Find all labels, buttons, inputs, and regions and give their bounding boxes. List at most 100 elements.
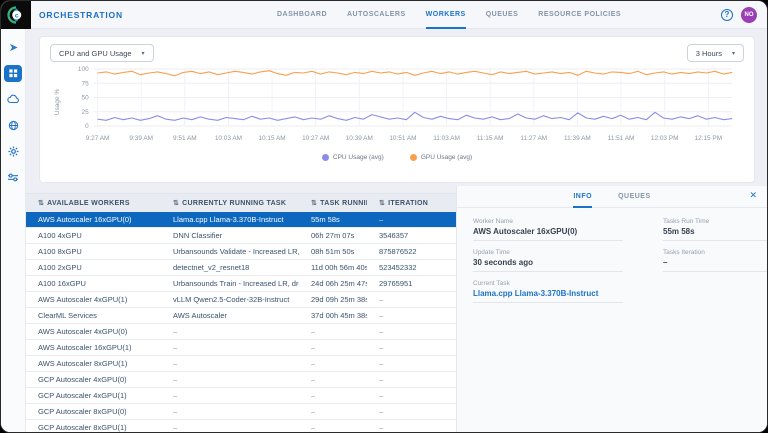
legend-item[interactable]: GPU Usage (avg) [410,154,472,161]
worker-cell: A100 16xGPU [26,279,161,288]
globe-icon [8,120,19,131]
sidebar-item-workers-and-queues[interactable] [4,65,22,82]
table-row[interactable]: ClearML ServicesAWS Autoscaler37d 00h 45… [26,308,456,324]
iteration-cell: – [367,359,456,368]
time-cell: 37d 00h 45m 38s [299,311,367,320]
task-cell: DNN Classifier [161,231,299,240]
task-cell: Urbansounds Train - Increased LR, dropou… [161,279,299,288]
svg-text:11:39 AM: 11:39 AM [564,135,591,142]
worker-cell: A100 8xGPU [26,247,161,256]
time-range-dropdown[interactable]: 3 Hours ▾ [687,44,744,62]
time-cell: 29d 09h 25m 38s [299,295,367,304]
task-cell: AWS Autoscaler [161,311,299,320]
column-header-currently-running-task[interactable]: ⇅ CURRENTLY RUNNING TASK [161,199,299,207]
worker-cell: AWS Autoscaler 8xGPU(1) [26,359,161,368]
worker-cell: A100 2xGPU [26,263,161,272]
table-row[interactable]: AWS Autoscaler 16xGPU(1)––– [26,340,456,356]
worker-cell: GCP Autoscaler 4xGPU(0) [26,375,161,384]
table-header-row: ⇅ AVAILABLE WORKERS ⇅ CURRENTLY RUNNING … [26,194,456,212]
sidebar-item-projects[interactable] [4,39,22,56]
panel-tab-queues[interactable]: QUEUES [618,186,651,208]
task-cell: Llama.cpp Llama-3.370B-Instruct [161,215,299,224]
table-row[interactable]: AWS Autoscaler 4xGPU(0)––– [26,324,456,340]
tab-workers[interactable]: WORKERS [426,1,466,29]
sidebar-item-applications[interactable] [4,91,22,108]
app-window: c ORCHESTRATION DASHBOARD AUTOSCALERS WO… [0,0,768,433]
sort-icon: ⇅ [38,199,44,207]
svg-text:9:27 AM: 9:27 AM [86,135,110,142]
table-row[interactable]: GCP Autoscaler 8xGPU(0)––– [26,404,456,420]
svg-text:0: 0 [85,123,89,130]
tab-resource-policies[interactable]: RESOURCE POLICIES [538,1,621,29]
field-label: Tasks Iteration [663,249,768,256]
sidebar-item-datasets[interactable] [4,117,22,134]
svg-text:10:03 AM: 10:03 AM [215,135,242,142]
table-row[interactable]: GCP Autoscaler 4xGPU(0)––– [26,372,456,388]
table-row[interactable]: AWS Autoscaler 8xGPU(1)––– [26,356,456,372]
column-header-task-running-time[interactable]: ⇅ TASK RUNNING TIME [299,199,367,207]
metric-dropdown-value: CPU and GPU Usage [59,49,132,58]
chart-header: CPU and GPU Usage ▾ 3 Hours ▾ [50,44,744,62]
legend-dot-icon [322,154,329,161]
field-label: Current Task [473,280,623,287]
table-row[interactable]: A100 4xGPUDNN Classifier06h 27m 07s35463… [26,228,456,244]
rocket-icon [8,42,19,53]
time-cell: – [299,391,367,400]
left-sidebar [1,29,26,432]
svg-text:9:39 AM: 9:39 AM [129,135,153,142]
task-cell: detectnet_v2_resnet18 [161,263,299,272]
time-cell: 11d 00h 56m 40s [299,263,367,272]
svg-text:11:27 AM: 11:27 AM [520,135,547,142]
worker-cell: A100 4xGPU [26,231,161,240]
legend-item[interactable]: CPU Usage (avg) [322,154,384,161]
gear-icon [8,146,19,157]
tab-dashboard[interactable]: DASHBOARD [277,1,327,29]
table-row[interactable]: A100 8xGPUUrbansounds Validate - Increas… [26,244,456,260]
tab-autoscalers[interactable]: AUTOSCALERS [347,1,406,29]
worker-cell: AWS Autoscaler 4xGPU(0) [26,327,161,336]
worker-cell: AWS Autoscaler 4xGPU(1) [26,295,161,304]
svg-text:10:51 AM: 10:51 AM [389,135,416,142]
table-row[interactable]: AWS Autoscaler 4xGPU(1)vLLM Qwen2.5-Code… [26,292,456,308]
clearml-logo[interactable]: c [1,1,31,29]
svg-text:10:27 AM: 10:27 AM [302,135,329,142]
top-bar: c ORCHESTRATION DASHBOARD AUTOSCALERS WO… [1,1,767,29]
iteration-cell: – [367,327,456,336]
field-label: Tasks Run Time [663,218,768,225]
table-row[interactable]: GCP Autoscaler 8xGPU(1)––– [26,420,456,432]
svg-text:50: 50 [81,95,89,102]
cpu-gpu-usage-chart: 02550751009:27 AM9:39 AM9:51 AM10:03 AM1… [50,64,744,148]
usage-chart-card: CPU and GPU Usage ▾ 3 Hours ▾ 0255075100… [39,36,755,183]
table-row[interactable]: AWS Autoscaler 16xGPU(0)Llama.cpp Llama-… [26,212,456,228]
column-header-iteration[interactable]: ⇅ ITERATION [367,199,456,207]
main-content: CPU and GPU Usage ▾ 3 Hours ▾ 0255075100… [26,29,767,432]
field-update-time: Update Time 30 seconds ago [473,249,623,272]
svg-text:11:15 AM: 11:15 AM [477,135,504,142]
sidebar-item-pipelines[interactable] [4,169,22,186]
field-label: Worker Name [473,218,623,225]
time-cell: – [299,375,367,384]
help-icon[interactable]: ? [721,9,733,21]
top-right-actions: ? NO [721,7,757,23]
column-header-available-workers[interactable]: ⇅ AVAILABLE WORKERS [26,199,161,207]
svg-text:12:03 PM: 12:03 PM [651,135,679,142]
user-avatar[interactable]: NO [741,7,757,23]
current-task-link[interactable]: Llama.cpp Llama-3.370B-Instruct [473,289,623,298]
svg-text:Usage %: Usage % [54,89,61,116]
task-cell: – [161,327,299,336]
svg-text:25: 25 [81,109,89,116]
field-value: AWS Autoscaler 16xGPU(0) [473,227,623,236]
sidebar-item-settings[interactable] [4,143,22,160]
worker-cell: GCP Autoscaler 4xGPU(1) [26,391,161,400]
iteration-cell: – [367,391,456,400]
table-row[interactable]: A100 2xGPUdetectnet_v2_resnet1811d 00h 5… [26,260,456,276]
tab-queues[interactable]: QUEUES [486,1,519,29]
panel-tab-info[interactable]: INFO [573,186,592,208]
worker-cell: GCP Autoscaler 8xGPU(1) [26,423,161,432]
table-row[interactable]: A100 16xGPUUrbansounds Train - Increased… [26,276,456,292]
metric-dropdown[interactable]: CPU and GPU Usage ▾ [50,44,154,62]
iteration-cell: – [367,423,456,432]
time-range-dropdown-value: 3 Hours [696,49,722,58]
table-row[interactable]: GCP Autoscaler 4xGPU(1)––– [26,388,456,404]
close-icon[interactable]: ✕ [749,190,757,201]
